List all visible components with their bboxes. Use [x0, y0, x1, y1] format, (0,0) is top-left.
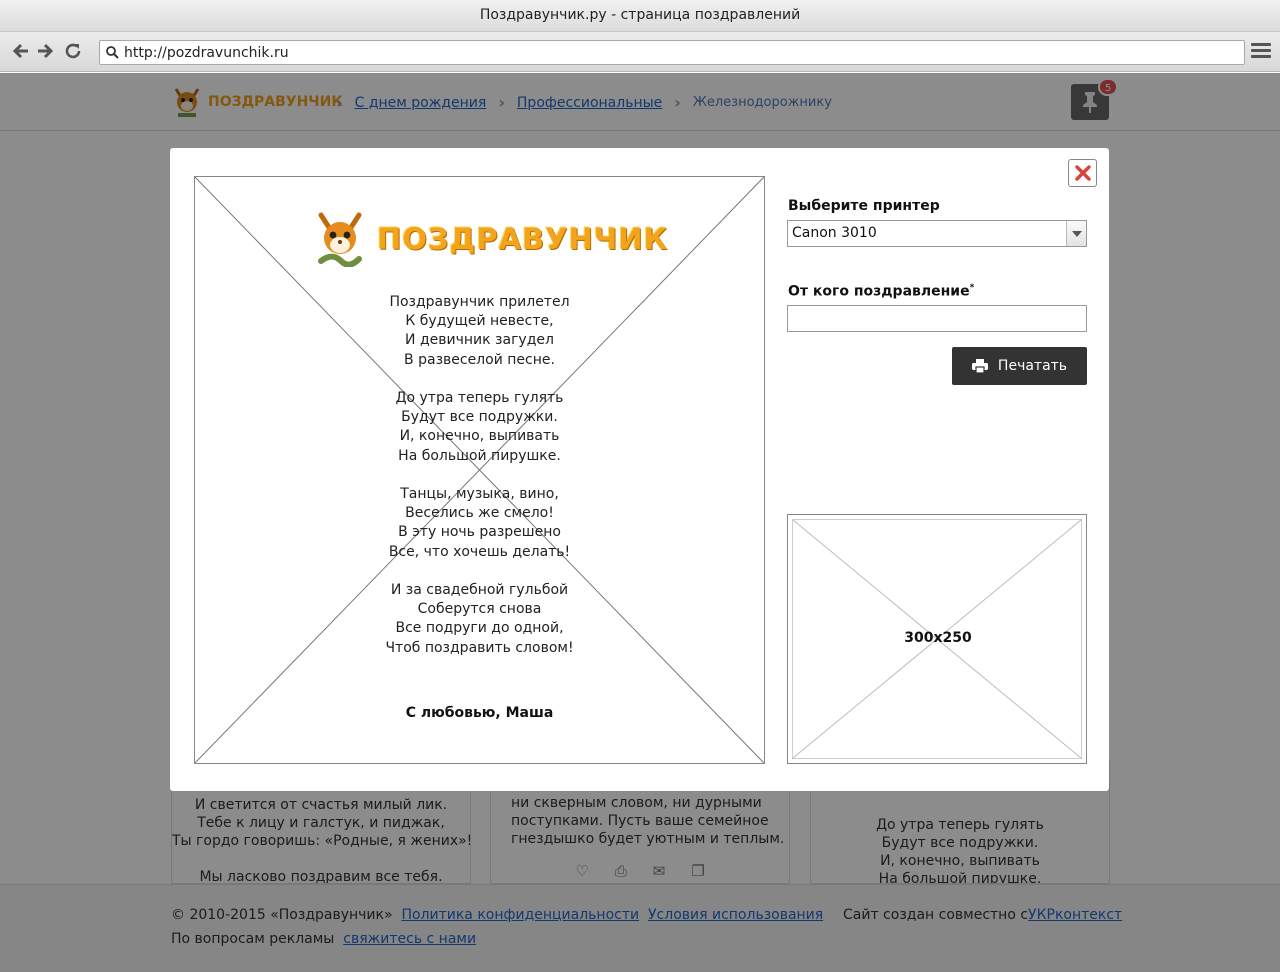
printer-selected-value: Canon 3010	[792, 225, 877, 241]
arrow-left-icon	[12, 43, 28, 59]
close-icon	[1074, 165, 1091, 181]
url-input[interactable]	[124, 43, 1234, 62]
ad-frame: 300x250	[792, 519, 1082, 759]
reload-button[interactable]	[62, 40, 84, 62]
poem-stanza: И за свадебной гульбой Соберутся снова В…	[195, 581, 764, 658]
print-dialog: ПОЗДРАВУНЧИК Поздравунчик прилетел К буд…	[170, 148, 1109, 791]
required-mark: *	[969, 283, 975, 293]
squirrel-mascot-icon	[318, 212, 362, 267]
poem-line: Чтоб поздравить словом!	[385, 639, 574, 656]
poem-stanza: Поздравунчик прилетел К будущей невесте,…	[195, 293, 764, 370]
close-button[interactable]	[1068, 159, 1097, 187]
arrow-right-icon	[38, 43, 54, 59]
print-preview: ПОЗДРАВУНЧИК Поздравунчик прилетел К буд…	[194, 176, 765, 764]
preview-logo-text: ПОЗДРАВУНЧИК	[377, 222, 669, 256]
poem-line: В развеселой песне.	[404, 351, 555, 368]
printer-icon	[971, 359, 988, 373]
poem-line: Веселись же смело!	[405, 505, 554, 522]
printer-label: Выберите принтер	[788, 198, 940, 214]
poem-stanza: Танцы, музыка, вино, Веселись же смело! …	[195, 485, 764, 562]
ad-placeholder[interactable]: 300x250	[787, 514, 1087, 764]
poem-line: Поздравунчик прилетел	[389, 294, 570, 310]
greeting-signature: С любовью, Маша	[405, 705, 554, 721]
preview-logo: ПОЗДРАВУНЧИК	[313, 211, 668, 267]
poem-line: Все подруги до одной,	[395, 620, 564, 637]
back-button[interactable]	[10, 40, 32, 62]
from-label-text: От кого поздравление	[788, 283, 970, 300]
window-title: Поздравунчик.ру - страница поздравлений	[0, 0, 1280, 32]
poem-stanza: До утра теперь гулять Будут все подружки…	[195, 389, 764, 466]
forward-button[interactable]	[34, 40, 56, 62]
chevron-down-icon[interactable]	[1066, 221, 1086, 246]
poem-line: И, конечно, выпивать	[399, 428, 560, 445]
poem-line: Все, что хочешь делать!	[388, 543, 571, 560]
reload-icon	[65, 43, 81, 59]
poem-line: До утра теперь гулять	[395, 390, 564, 406]
poem-line: И за свадебной гульбой	[390, 582, 569, 598]
hamburger-menu-icon	[1251, 43, 1271, 58]
poem-line: Соберутся снова	[417, 601, 542, 618]
ad-size-label: 300x250	[904, 630, 972, 646]
browser-menu-button[interactable]	[1251, 43, 1271, 61]
browser-toolbar	[0, 32, 1280, 72]
poem-line: В эту ночь разрешено	[398, 524, 561, 541]
printer-select[interactable]: Canon 3010	[787, 220, 1087, 247]
greeting-poem: Поздравунчик прилетел К будущей невесте,…	[195, 293, 764, 677]
print-button[interactable]: Печатать	[952, 347, 1087, 385]
address-bar[interactable]	[99, 40, 1245, 65]
poem-line: На большой пирушке.	[398, 447, 561, 464]
poem-line: Будут все подружки.	[401, 409, 558, 426]
poem-line: Танцы, музыка, вино,	[400, 486, 559, 502]
from-field[interactable]	[787, 305, 1087, 332]
search-icon	[106, 46, 119, 59]
poem-line: И девичник загудел	[405, 332, 554, 349]
print-button-label: Печатать	[997, 358, 1068, 374]
from-label: От кого поздравление*	[788, 283, 974, 300]
poem-line: К будущей невесте,	[405, 313, 554, 330]
